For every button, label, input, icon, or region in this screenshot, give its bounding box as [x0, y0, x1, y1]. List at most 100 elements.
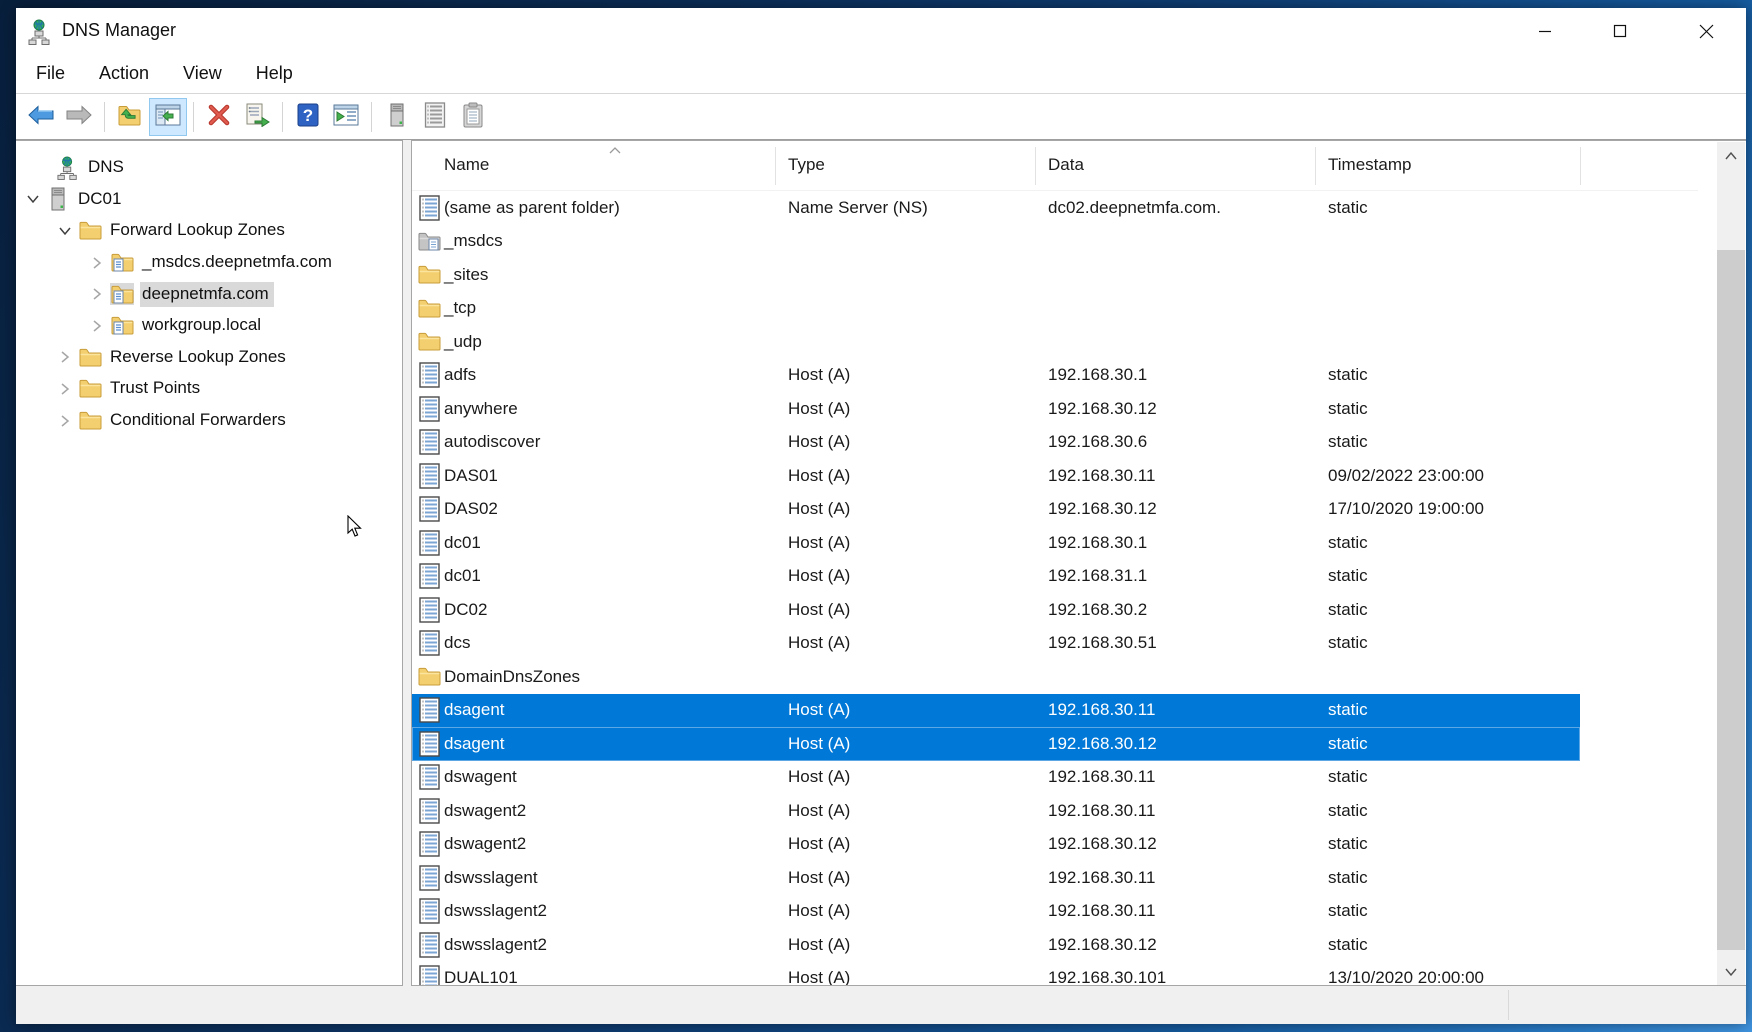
chevron-right-icon[interactable]: [52, 381, 78, 397]
tree-item-reverse-lookup-zones[interactable]: Reverse Lookup Zones: [16, 342, 402, 374]
record-icon: [417, 194, 441, 222]
chevron-down-icon[interactable]: [20, 191, 46, 207]
folder-icon: [417, 294, 441, 322]
record-row[interactable]: _tcp: [412, 292, 1716, 326]
new-window-icon: [333, 104, 359, 131]
selection-highlight: [412, 694, 1580, 728]
record-row[interactable]: _udp: [412, 325, 1716, 359]
record-row[interactable]: _msdcs: [412, 225, 1716, 259]
record-row[interactable]: dc01Host (A)192.168.31.1static: [412, 560, 1716, 594]
record-type: Name Server (NS): [788, 198, 928, 218]
record-name: dswsslagent2: [444, 901, 547, 921]
maximize-button[interactable]: [1587, 8, 1653, 54]
tree-item-trust-points[interactable]: Trust Points: [16, 373, 402, 405]
record-row[interactable]: DomainDnsZones: [412, 660, 1716, 694]
header-separator[interactable]: [775, 147, 776, 185]
record-timestamp: static: [1328, 734, 1368, 754]
scroll-down-icon[interactable]: [1717, 958, 1745, 986]
back-button[interactable]: [22, 98, 60, 136]
record-timestamp: static: [1328, 432, 1368, 452]
record-name: dcs: [444, 633, 470, 653]
menu-action[interactable]: Action: [82, 54, 166, 93]
record-row[interactable]: _sites: [412, 258, 1716, 292]
header-separator[interactable]: [1315, 147, 1316, 185]
record-type: Host (A): [788, 868, 850, 888]
tree-item-deepnetmfa-com[interactable]: deepnetmfa.com: [16, 278, 402, 310]
forward-button[interactable]: [60, 98, 98, 136]
menu-file[interactable]: File: [28, 54, 82, 93]
record-icon: [417, 529, 441, 557]
tree: DNS DC01 Forward Lookup Zones _msdcs.dee…: [16, 141, 402, 436]
record-row[interactable]: DC02Host (A)192.168.30.2static: [412, 593, 1716, 627]
zone-icon: [110, 315, 134, 337]
record-row[interactable]: anywhereHost (A)192.168.30.12static: [412, 392, 1716, 426]
record-name: dswagent2: [444, 834, 526, 854]
close-button[interactable]: [1673, 8, 1739, 54]
record-timestamp: static: [1328, 868, 1368, 888]
record-timestamp: static: [1328, 801, 1368, 821]
chevron-right-icon[interactable]: [84, 318, 110, 334]
record-data: 192.168.30.12: [1048, 399, 1157, 419]
record-row[interactable]: dswagent2Host (A)192.168.30.11static: [412, 794, 1716, 828]
help-button[interactable]: ?: [289, 98, 327, 136]
record-row[interactable]: dswsslagent2Host (A)192.168.30.12static: [412, 928, 1716, 962]
menu-help[interactable]: Help: [239, 54, 310, 93]
chevron-right-icon[interactable]: [52, 413, 78, 429]
record-row[interactable]: adfsHost (A)192.168.30.1static: [412, 359, 1716, 393]
tree-item-dc01[interactable]: DC01: [16, 184, 402, 216]
server-button[interactable]: [378, 98, 416, 136]
record-row[interactable]: dcsHost (A)192.168.30.51static: [412, 627, 1716, 661]
chevron-right-icon[interactable]: [52, 349, 78, 365]
record-type: Host (A): [788, 935, 850, 955]
tree-item-forward-lookup-zones[interactable]: Forward Lookup Zones: [16, 215, 402, 247]
record-timestamp: static: [1328, 533, 1368, 553]
tree-item-workgroup-local[interactable]: workgroup.local: [16, 310, 402, 342]
show-console-tree-button[interactable]: [149, 98, 187, 136]
vertical-scrollbar[interactable]: [1717, 142, 1745, 986]
column-header-timestamp[interactable]: Timestamp: [1328, 155, 1411, 175]
tree-item-dns[interactable]: DNS: [16, 152, 402, 184]
record-icon: [417, 763, 441, 791]
record-row[interactable]: dswagent2Host (A)192.168.30.12static: [412, 828, 1716, 862]
record-name: _msdcs: [444, 231, 503, 251]
record-row[interactable]: dswsslagent2Host (A)192.168.30.11static: [412, 895, 1716, 929]
record-type: Host (A): [788, 901, 850, 921]
chevron-right-icon[interactable]: [84, 255, 110, 271]
record-list-button[interactable]: [416, 98, 454, 136]
record-row[interactable]: dc01Host (A)192.168.30.1static: [412, 526, 1716, 560]
delete-button[interactable]: [200, 98, 238, 136]
clipboard-button[interactable]: [454, 98, 492, 136]
record-row[interactable]: DUAL101Host (A)192.168.30.10113/10/2020 …: [412, 962, 1716, 987]
record-row[interactable]: dsagentHost (A)192.168.30.12static: [412, 727, 1716, 761]
menu-view[interactable]: View: [166, 54, 239, 93]
tree-item-conditional-forwarders[interactable]: Conditional Forwarders: [16, 405, 402, 437]
record-row[interactable]: dswsslagentHost (A)192.168.30.11static: [412, 861, 1716, 895]
up-one-level-button[interactable]: [111, 98, 149, 136]
column-header-name[interactable]: Name: [444, 155, 489, 175]
header-separator[interactable]: [1035, 147, 1036, 185]
tree-item-label: Forward Lookup Zones: [108, 218, 290, 243]
content-area: DNS DC01 Forward Lookup Zones _msdcs.dee…: [16, 140, 1746, 986]
chevron-right-icon[interactable]: [84, 286, 110, 302]
record-row[interactable]: DAS01Host (A)192.168.30.1109/02/2022 23:…: [412, 459, 1716, 493]
minimize-button[interactable]: [1512, 8, 1578, 54]
scroll-up-icon[interactable]: [1717, 142, 1745, 170]
scrollbar-thumb[interactable]: [1717, 250, 1745, 950]
header-separator[interactable]: [1580, 147, 1581, 185]
record-icon: [417, 629, 441, 657]
record-icon: [417, 596, 441, 624]
record-row[interactable]: DAS02Host (A)192.168.30.1217/10/2020 19:…: [412, 493, 1716, 527]
tree-item-label: _msdcs.deepnetmfa.com: [140, 250, 337, 275]
record-row[interactable]: autodiscoverHost (A)192.168.30.6static: [412, 426, 1716, 460]
record-name: _tcp: [444, 298, 476, 318]
column-header-type[interactable]: Type: [788, 155, 825, 175]
folder-icon: [78, 220, 102, 242]
tree-item--msdcs-deepnetmfa-com[interactable]: _msdcs.deepnetmfa.com: [16, 247, 402, 279]
record-row[interactable]: dswagentHost (A)192.168.30.11static: [412, 761, 1716, 795]
chevron-down-icon[interactable]: [52, 223, 78, 239]
record-row[interactable]: dsagentHost (A)192.168.30.11static: [412, 694, 1716, 728]
export-list-button[interactable]: [238, 98, 276, 136]
new-window-button[interactable]: [327, 98, 365, 136]
column-header-data[interactable]: Data: [1048, 155, 1084, 175]
record-row[interactable]: (same as parent folder)Name Server (NS)d…: [412, 191, 1716, 225]
